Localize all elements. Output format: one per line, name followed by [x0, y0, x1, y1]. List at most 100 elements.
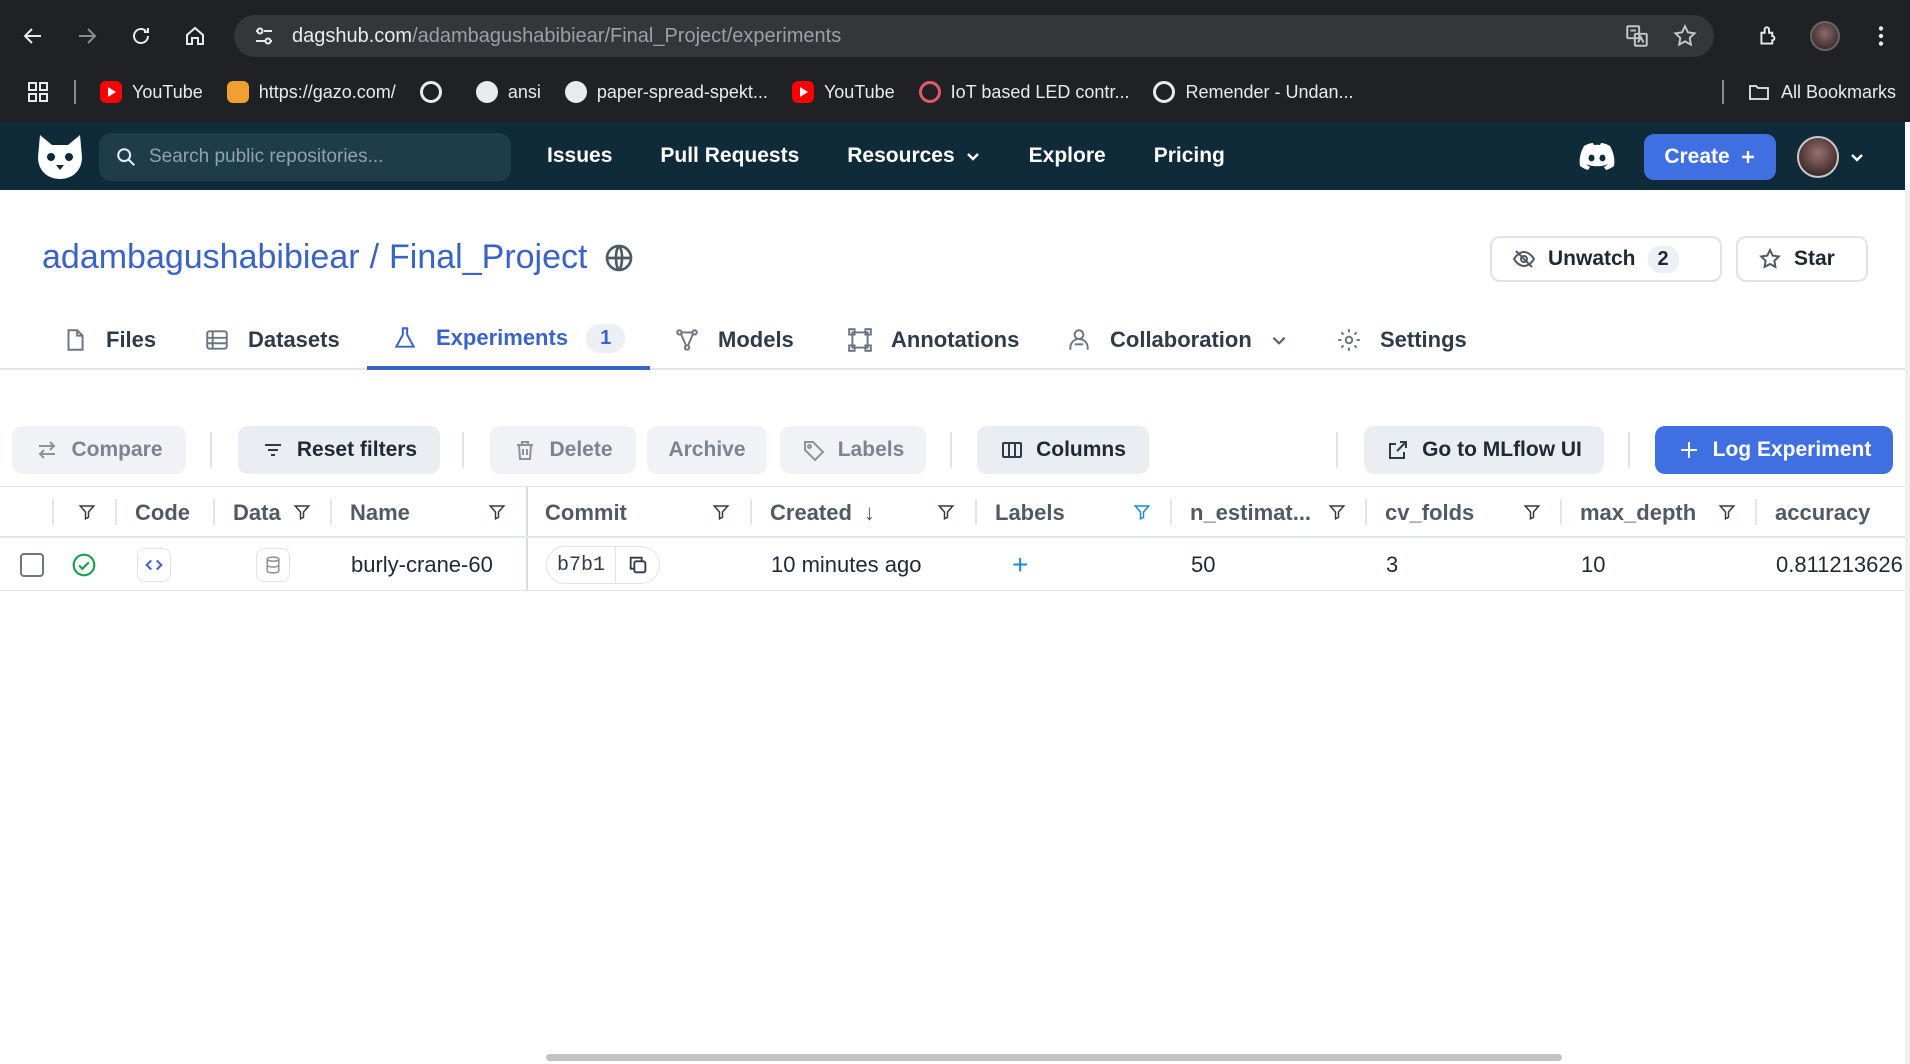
filter-icon[interactable] [78, 503, 96, 521]
compare-label: Compare [71, 438, 163, 461]
filter-icon[interactable] [1328, 503, 1346, 521]
tab-datasets[interactable]: Datasets [204, 310, 340, 370]
chevron-down-icon[interactable] [1849, 149, 1865, 165]
archive-button[interactable]: Archive [647, 426, 767, 474]
dagshub-logo-icon[interactable] [34, 131, 86, 181]
filter-icon[interactable] [1718, 503, 1736, 521]
bookmark-youtube[interactable]: YouTube [100, 81, 203, 103]
horizontal-scrollbar-thumb[interactable] [546, 1054, 1562, 1061]
column-header-code[interactable]: Code [135, 487, 190, 538]
toolbar-divider [462, 432, 464, 468]
tab-collaboration[interactable]: Collaboration [1066, 310, 1288, 370]
browser-profile-avatar[interactable] [1810, 21, 1840, 51]
column-header-name[interactable]: Name [350, 487, 410, 538]
horizontal-scrollbar[interactable] [0, 1046, 1905, 1064]
filter-icon[interactable] [937, 503, 955, 521]
column-header-commit[interactable]: Commit [545, 487, 627, 538]
bookmark-ansi[interactable]: ansi [475, 81, 541, 103]
apps-grid-icon[interactable] [26, 80, 50, 104]
nav-pricing[interactable]: Pricing [1154, 144, 1225, 168]
app-header: Issues Pull Requests Resources Explore P… [0, 122, 1905, 190]
google-icon [1153, 81, 1176, 103]
tab-experiments[interactable]: Experiments 1 [367, 310, 650, 370]
mlflow-ui-button[interactable]: Go to MLflow UI [1364, 426, 1604, 474]
model-icon [676, 329, 698, 351]
reload-icon[interactable] [114, 11, 168, 61]
filter-icon[interactable] [712, 503, 730, 521]
bookmark-google[interactable] [419, 81, 452, 103]
column-header-labels[interactable]: Labels [995, 487, 1065, 538]
column-header-max-depth[interactable]: max_depth [1580, 487, 1696, 538]
tab-files[interactable]: Files [62, 310, 156, 370]
search-input[interactable] [149, 146, 489, 168]
commit-cell: b7b1 [546, 539, 661, 591]
youtube-icon [791, 81, 814, 103]
filter-icon[interactable] [293, 503, 311, 521]
nav-issues[interactable]: Issues [547, 144, 612, 168]
site-settings-icon[interactable] [252, 24, 276, 48]
log-experiment-button[interactable]: Log Experiment [1655, 426, 1893, 474]
nav-explore[interactable]: Explore [1029, 144, 1106, 168]
add-label-button[interactable]: + [1012, 539, 1028, 591]
star-label: Star [1794, 247, 1835, 270]
labels-button[interactable]: Labels [780, 426, 926, 474]
unwatch-button[interactable]: Unwatch 2 [1490, 236, 1722, 282]
bookmark-paper[interactable]: paper-spread-spekt... [564, 81, 768, 103]
tab-annotations[interactable]: Annotations [847, 310, 1019, 370]
tab-settings[interactable]: Settings [1336, 310, 1467, 370]
bookmark-gazo[interactable]: https://gazo.com/ [226, 81, 396, 103]
copy-commit-button[interactable] [615, 546, 659, 584]
row-checkbox[interactable] [20, 553, 44, 577]
compare-button[interactable]: Compare [12, 426, 186, 474]
bookmark-remender[interactable]: Remender - Undan... [1153, 81, 1354, 103]
star-button[interactable]: Star [1736, 236, 1868, 282]
column-header-accuracy[interactable]: accuracy [1775, 487, 1870, 538]
column-header-created[interactable]: Created ↓ [770, 487, 875, 538]
bookmark-star-icon[interactable] [1672, 23, 1698, 49]
user-avatar[interactable] [1797, 136, 1839, 178]
bookmark-youtube-2[interactable]: YouTube [791, 81, 895, 103]
n-estimators-cell: 50 [1191, 552, 1216, 577]
toolbar-divider [1336, 432, 1338, 468]
back-icon[interactable] [6, 11, 60, 61]
sort-desc-icon[interactable]: ↓ [864, 500, 875, 526]
filter-active-icon[interactable] [1133, 503, 1151, 521]
column-header-n-estimators[interactable]: n_estimat... [1190, 487, 1311, 538]
all-bookmarks[interactable]: All Bookmarks [1747, 80, 1896, 104]
column-header-cv-folds[interactable]: cv_folds [1385, 487, 1474, 538]
repo-name-link[interactable]: Final_Project [389, 238, 587, 277]
globe-icon [606, 244, 633, 271]
forward-icon[interactable] [60, 11, 114, 61]
vertical-scrollbar[interactable] [1905, 190, 1910, 1064]
search-box[interactable] [99, 133, 511, 181]
create-button[interactable]: Create [1644, 134, 1776, 180]
filter-icon[interactable] [1523, 503, 1541, 521]
kebab-menu-icon[interactable] [1868, 23, 1894, 49]
reset-filters-button[interactable]: Reset filters [238, 426, 440, 474]
table-row[interactable]: burly-crane-60 b7b1 10 minutes ago + 50 … [0, 539, 1905, 591]
experiment-name[interactable]: burly-crane-60 [351, 539, 493, 591]
toolbar-divider [1628, 432, 1630, 468]
delete-button[interactable]: Delete [490, 426, 636, 474]
repo-owner-link[interactable]: adambagushabibiear [42, 238, 360, 277]
extensions-icon[interactable] [1756, 23, 1782, 49]
data-link[interactable] [256, 548, 290, 582]
bookmark-iot[interactable]: IoT based LED contr... [918, 81, 1129, 103]
unwatch-label: Unwatch [1548, 247, 1636, 270]
tab-label: Settings [1380, 327, 1467, 352]
nav-resources-label: Resources [847, 144, 955, 167]
tab-models[interactable]: Models [674, 310, 794, 370]
discord-icon[interactable] [1578, 140, 1616, 172]
chevron-down-icon [1272, 337, 1286, 345]
nav-pull-requests[interactable]: Pull Requests [660, 144, 799, 168]
columns-button[interactable]: Columns [977, 426, 1149, 474]
commit-chip[interactable]: b7b1 [546, 546, 661, 584]
translate-icon[interactable] [1624, 23, 1650, 49]
home-icon[interactable] [168, 11, 222, 61]
address-bar[interactable]: dagshub.com/adambagushabibiear/Final_Pro… [234, 15, 1714, 57]
code-link[interactable] [137, 548, 171, 582]
filter-icon[interactable] [488, 503, 506, 521]
repo-actions: Unwatch 2 Star [1490, 236, 1868, 282]
nav-resources[interactable]: Resources [847, 144, 980, 168]
column-header-data[interactable]: Data [233, 487, 281, 538]
